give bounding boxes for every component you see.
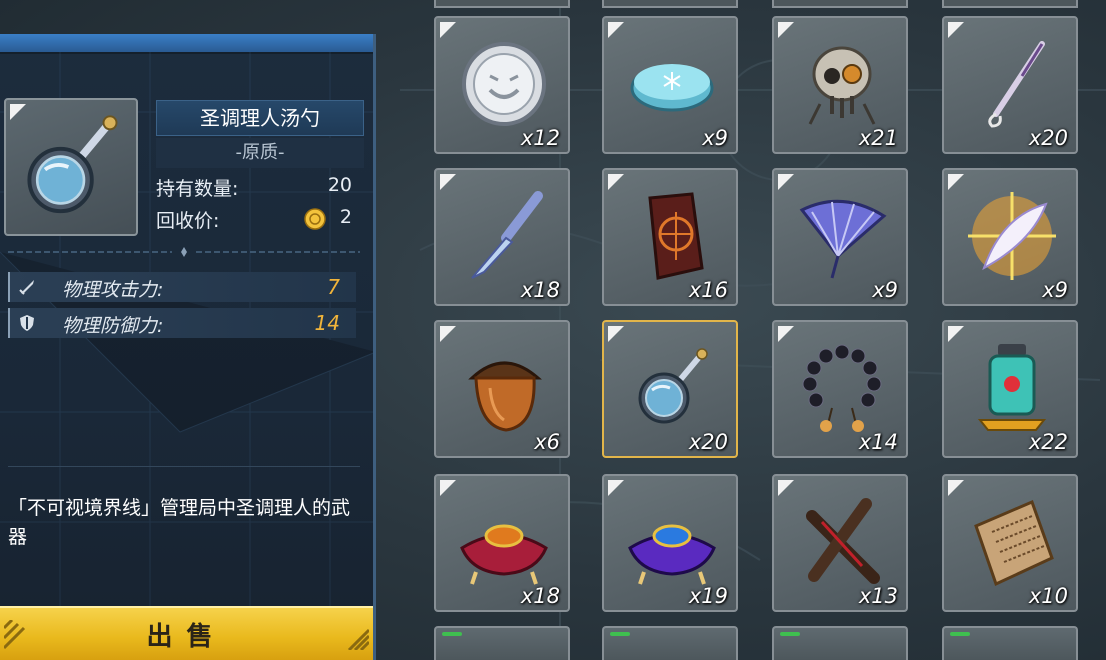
item-count: x9 xyxy=(872,278,898,302)
inventory-slot[interactable]: x9 xyxy=(602,16,738,154)
rarity-bar xyxy=(780,632,800,636)
item-description: 「不可视境界线」管理局中圣调理人的武器 xyxy=(8,497,351,548)
cell-stub-top xyxy=(602,0,738,8)
inventory-slot[interactable]: x22 xyxy=(942,320,1078,458)
item-count: x6 xyxy=(534,430,560,454)
item-count: x9 xyxy=(1042,278,1068,302)
quill-pen-icon xyxy=(988,41,1045,128)
item-count: x13 xyxy=(858,584,898,608)
item-count: x22 xyxy=(1028,430,1068,454)
owned-count-row: 持有数量: 20 xyxy=(156,174,356,202)
rune-tablet-icon xyxy=(648,192,704,280)
selected-item-icon-frame xyxy=(4,98,138,236)
item-count: x14 xyxy=(858,430,898,454)
item-count: x21 xyxy=(858,126,898,150)
attack-value: 7 xyxy=(327,275,340,299)
inventory-slot[interactable]: x12 xyxy=(434,16,570,154)
description-separator xyxy=(8,466,360,467)
inventory-slot[interactable]: x20 xyxy=(942,16,1078,154)
panel-header-bar xyxy=(0,34,373,54)
attack-label: 物理攻击力: xyxy=(62,279,164,301)
sell-button[interactable]: 出售 xyxy=(0,606,373,660)
inventory-slot[interactable]: x19 xyxy=(602,474,738,612)
inventory-slot-partial[interactable] xyxy=(602,626,738,660)
recycle-price-label: 回收价: xyxy=(156,210,220,232)
cell-stub-top xyxy=(772,0,908,8)
silver-coin-icon xyxy=(462,42,546,126)
inventory-slot[interactable]: x16 xyxy=(602,168,738,306)
rarity-bar xyxy=(442,632,462,636)
inventory-slot-selected[interactable]: x20 xyxy=(602,320,738,458)
cell-stub-top xyxy=(942,0,1078,8)
ladle-mirror-icon xyxy=(638,348,708,424)
defense-label: 物理防御力: xyxy=(62,315,164,337)
inventory-slot[interactable]: x14 xyxy=(772,320,908,458)
shield-icon xyxy=(20,315,34,331)
glowing-feather-icon xyxy=(968,192,1056,280)
item-count: x19 xyxy=(688,584,728,608)
item-count: x18 xyxy=(520,584,560,608)
inventory-slot-partial[interactable] xyxy=(434,626,570,660)
inventory-grid: x12 x9 x21 x20 x18 x16 x9 x9 x6 x20 x14 … xyxy=(376,0,1106,660)
item-detail-panel: 圣调理人汤勺 -原质- 持有数量: 20 回收价: 2 物理攻击力: 7 物理防… xyxy=(0,34,376,660)
gold-coin-icon xyxy=(304,208,326,230)
acorn-icon xyxy=(468,361,542,432)
item-count: x20 xyxy=(1028,126,1068,150)
sword-icon xyxy=(19,280,34,295)
attribute-row-attack: 物理攻击力: 7 xyxy=(8,272,356,302)
hatch-right-decoration xyxy=(347,628,369,650)
lantern-icon xyxy=(977,344,1047,431)
inventory-slot[interactable]: x10 xyxy=(942,474,1078,612)
scroll-icon xyxy=(974,499,1054,587)
inventory-slot-partial[interactable] xyxy=(942,626,1078,660)
owned-count-label: 持有数量: xyxy=(156,178,239,200)
ice-soap-icon xyxy=(630,64,714,112)
rarity-bar xyxy=(610,632,630,636)
inventory-slot-partial[interactable] xyxy=(772,626,908,660)
crossed-sticks-icon xyxy=(806,498,880,584)
attribute-row-defense: 物理防御力: 14 xyxy=(8,308,356,338)
defense-value: 14 xyxy=(314,311,340,335)
owned-count-value: 20 xyxy=(327,174,352,196)
ladle-mirror-icon xyxy=(27,115,118,214)
item-count: x18 xyxy=(520,278,560,302)
red-cushion-gem-icon xyxy=(460,524,548,585)
blue-cushion-gem-icon xyxy=(628,524,716,585)
inventory-slot[interactable]: x13 xyxy=(772,474,908,612)
inventory-slot[interactable]: x6 xyxy=(434,320,570,458)
mech-skull-icon xyxy=(808,46,876,125)
inventory-slot[interactable]: x18 xyxy=(434,168,570,306)
folding-fan-icon xyxy=(799,199,887,279)
butterfly-knife-icon xyxy=(471,191,543,279)
cell-stub-top xyxy=(434,0,570,8)
inventory-slot[interactable]: x9 xyxy=(942,168,1078,306)
corner-marker xyxy=(10,104,26,120)
prayer-beads-icon xyxy=(802,344,882,432)
rarity-bar xyxy=(950,632,970,636)
inventory-slot[interactable]: x9 xyxy=(772,168,908,306)
inventory-slot[interactable]: x21 xyxy=(772,16,908,154)
section-divider xyxy=(8,247,360,257)
item-count: x12 xyxy=(520,126,560,150)
item-count: x16 xyxy=(688,278,728,302)
item-name: 圣调理人汤勺 xyxy=(156,100,364,136)
recycle-price-value: 2 xyxy=(339,206,352,228)
item-quality: -原质- xyxy=(156,138,364,168)
sell-button-label: 出售 xyxy=(146,622,227,652)
item-count: x10 xyxy=(1028,584,1068,608)
item-count: x20 xyxy=(688,430,728,454)
item-count: x9 xyxy=(702,126,728,150)
inventory-slot[interactable]: x18 xyxy=(434,474,570,612)
recycle-price-row: 回收价: 2 xyxy=(156,206,356,234)
